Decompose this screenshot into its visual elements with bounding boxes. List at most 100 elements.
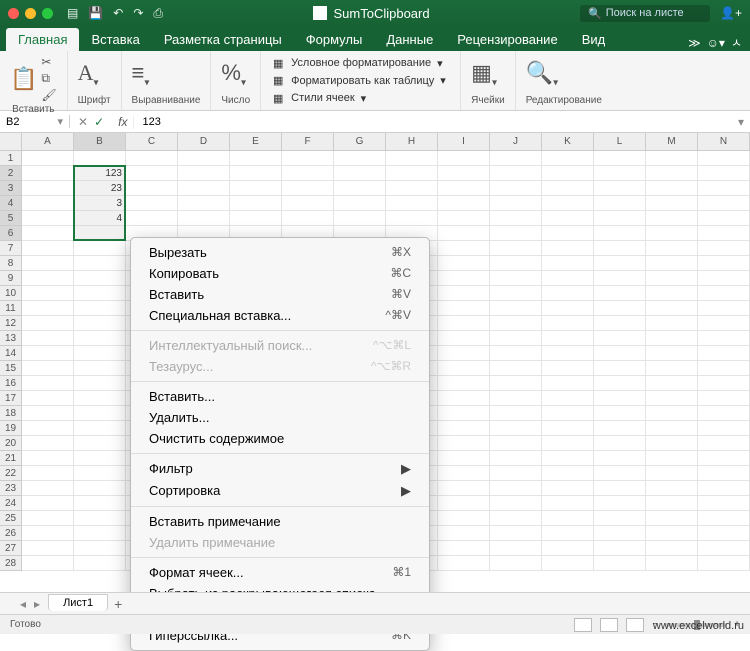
cell[interactable] xyxy=(542,466,594,481)
cell[interactable] xyxy=(438,466,490,481)
formula-input[interactable]: 123 xyxy=(134,116,732,128)
cell[interactable] xyxy=(438,361,490,376)
name-box[interactable]: B2 ▾ xyxy=(0,115,70,128)
cell[interactable] xyxy=(438,196,490,211)
smiley-icon[interactable]: ☺▾ xyxy=(707,36,725,50)
cell[interactable] xyxy=(594,511,646,526)
cell[interactable] xyxy=(542,196,594,211)
cell[interactable] xyxy=(22,451,74,466)
cell[interactable] xyxy=(438,496,490,511)
cell[interactable] xyxy=(490,241,542,256)
cell[interactable] xyxy=(126,181,178,196)
row-header[interactable]: 8 xyxy=(0,256,22,271)
cell[interactable] xyxy=(646,526,698,541)
cell[interactable] xyxy=(698,466,750,481)
cell[interactable] xyxy=(126,211,178,226)
cell[interactable] xyxy=(282,181,334,196)
cell[interactable]: 3 xyxy=(74,196,126,211)
cell[interactable] xyxy=(334,211,386,226)
cell[interactable] xyxy=(74,556,126,571)
cell[interactable] xyxy=(490,196,542,211)
cell[interactable] xyxy=(698,526,750,541)
share-icon[interactable]: 👤+ xyxy=(720,6,742,20)
cell[interactable] xyxy=(698,361,750,376)
cell[interactable] xyxy=(698,346,750,361)
cell[interactable] xyxy=(22,211,74,226)
cell[interactable] xyxy=(386,166,438,181)
cell[interactable] xyxy=(542,286,594,301)
cell[interactable] xyxy=(438,166,490,181)
name-box-dropdown-icon[interactable]: ▾ xyxy=(57,115,63,128)
copy-icon[interactable]: ⧉ xyxy=(41,71,56,86)
cell[interactable] xyxy=(646,226,698,241)
add-sheet-button[interactable]: + xyxy=(114,596,122,612)
cell[interactable] xyxy=(594,196,646,211)
context-menu-item[interactable]: Вставить⌘V xyxy=(131,284,429,305)
search-input[interactable]: 🔍 Поиск на листе xyxy=(580,5,710,22)
cell[interactable] xyxy=(22,286,74,301)
paste-icon[interactable]: 📋 xyxy=(10,66,37,92)
context-menu-item[interactable]: Копировать⌘C xyxy=(131,263,429,284)
cell[interactable] xyxy=(698,451,750,466)
cell[interactable] xyxy=(646,511,698,526)
cell[interactable] xyxy=(74,151,126,166)
cell[interactable] xyxy=(74,316,126,331)
context-menu-item[interactable]: Вставить... xyxy=(131,386,429,407)
cell[interactable] xyxy=(74,241,126,256)
cell[interactable] xyxy=(646,331,698,346)
row-header[interactable]: 14 xyxy=(0,346,22,361)
cell[interactable] xyxy=(698,481,750,496)
row-header[interactable]: 7 xyxy=(0,241,22,256)
cell[interactable] xyxy=(334,151,386,166)
cell[interactable] xyxy=(698,421,750,436)
cell[interactable] xyxy=(698,391,750,406)
cell[interactable] xyxy=(126,196,178,211)
context-menu-item[interactable]: Вставить примечание xyxy=(131,511,429,532)
cell[interactable] xyxy=(542,241,594,256)
cell[interactable] xyxy=(178,196,230,211)
cell[interactable] xyxy=(594,391,646,406)
row-header[interactable]: 4 xyxy=(0,196,22,211)
cell[interactable] xyxy=(542,301,594,316)
cell[interactable] xyxy=(646,211,698,226)
cell[interactable] xyxy=(22,511,74,526)
column-header[interactable]: A xyxy=(22,133,74,151)
cell[interactable] xyxy=(646,406,698,421)
cell[interactable] xyxy=(438,526,490,541)
cell[interactable] xyxy=(594,361,646,376)
more-tabs-icon[interactable]: ≫ xyxy=(688,36,701,50)
context-menu-item[interactable]: Сортировка▶ xyxy=(131,480,429,502)
cell[interactable] xyxy=(646,391,698,406)
cell[interactable] xyxy=(698,496,750,511)
cell[interactable] xyxy=(22,346,74,361)
column-header[interactable]: G xyxy=(334,133,386,151)
cell[interactable] xyxy=(22,256,74,271)
cell[interactable] xyxy=(386,211,438,226)
cell[interactable] xyxy=(74,256,126,271)
cell[interactable] xyxy=(646,316,698,331)
cell[interactable] xyxy=(22,241,74,256)
cell[interactable] xyxy=(698,301,750,316)
column-header[interactable]: N xyxy=(698,133,750,151)
view-page-button[interactable] xyxy=(600,618,618,632)
cell[interactable] xyxy=(542,181,594,196)
cell[interactable] xyxy=(490,421,542,436)
row-header[interactable]: 28 xyxy=(0,556,22,571)
tab-review[interactable]: Рецензирование xyxy=(445,28,569,51)
cell[interactable] xyxy=(594,421,646,436)
cell[interactable] xyxy=(646,271,698,286)
cell[interactable] xyxy=(74,406,126,421)
cell[interactable] xyxy=(74,526,126,541)
cell[interactable] xyxy=(646,376,698,391)
cell[interactable] xyxy=(490,331,542,346)
fx-icon[interactable]: fx xyxy=(112,115,134,129)
cell[interactable] xyxy=(490,481,542,496)
cell[interactable] xyxy=(230,181,282,196)
context-menu-item[interactable]: Очистить содержимое xyxy=(131,428,429,449)
row-header[interactable]: 13 xyxy=(0,331,22,346)
row-header[interactable]: 15 xyxy=(0,361,22,376)
cell[interactable] xyxy=(594,556,646,571)
cell[interactable] xyxy=(698,181,750,196)
cell[interactable] xyxy=(542,511,594,526)
context-menu-item[interactable]: Специальная вставка...^⌘V xyxy=(131,305,429,326)
